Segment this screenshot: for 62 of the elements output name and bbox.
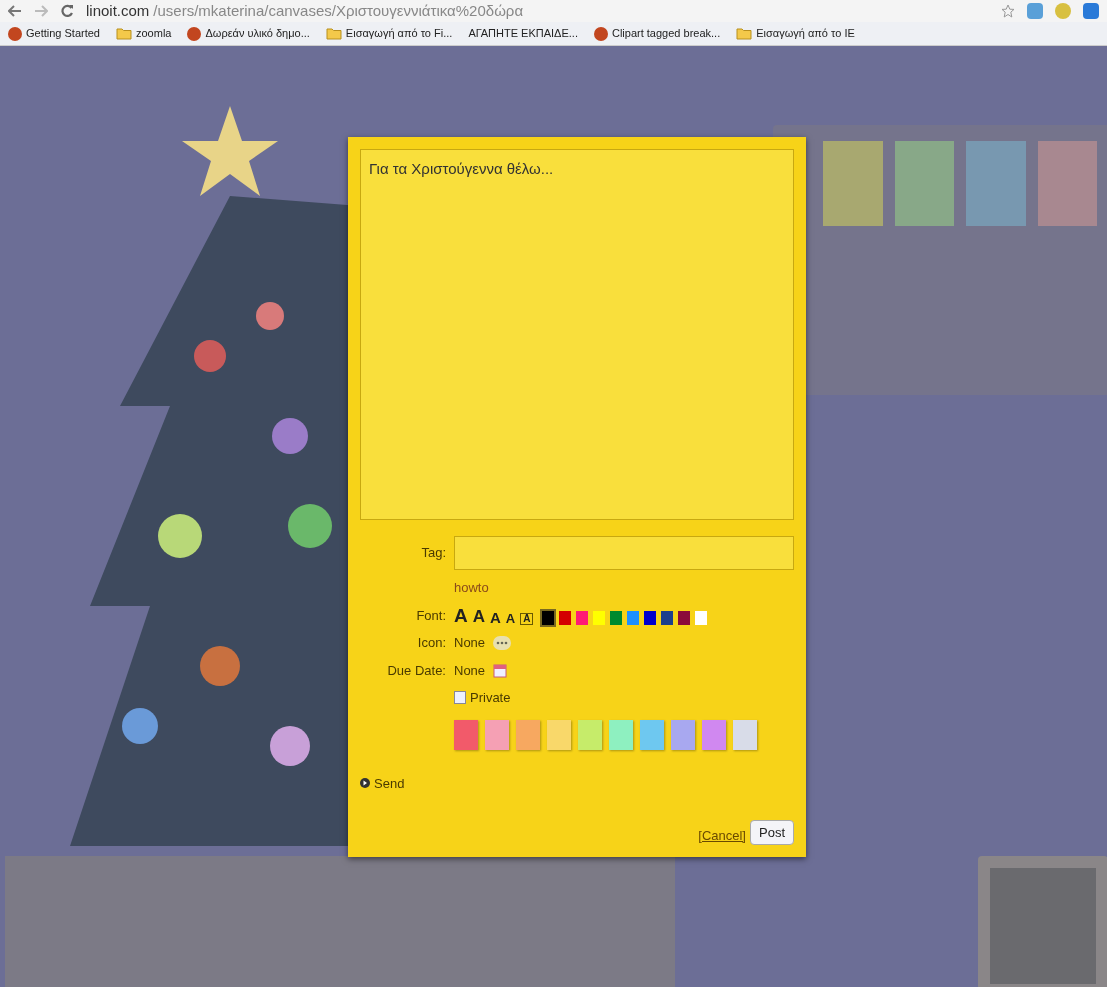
note-color-swatch[interactable] (516, 719, 540, 750)
folder-icon (736, 27, 753, 40)
font-color-swatch[interactable] (559, 610, 572, 625)
font-color-swatch[interactable] (610, 610, 623, 625)
bookmark-item[interactable]: Getting Started (8, 25, 100, 42)
note-color-swatch[interactable] (454, 719, 478, 750)
site-icon (187, 26, 202, 41)
font-size-option[interactable]: A (490, 609, 501, 625)
font-label: Font: (415, 606, 446, 625)
font-size-option[interactable]: A (505, 611, 516, 625)
reload-icon[interactable] (60, 4, 74, 18)
post-button[interactable]: Post (750, 819, 794, 845)
bookmark-item[interactable]: ΑΓΑΠΗΤΕ ΕΚΠΑΙΔΕ... (468, 25, 578, 42)
site-icon (593, 26, 608, 41)
font-color-swatch[interactable] (661, 610, 674, 625)
star-icon[interactable] (1001, 4, 1015, 18)
font-color-swatch[interactable] (576, 610, 589, 625)
extension-icon[interactable] (1055, 3, 1071, 19)
font-size-option[interactable]: A (472, 607, 485, 625)
note-color-swatch[interactable] (547, 719, 571, 750)
due-date-value: None (454, 661, 486, 680)
font-color-swatch[interactable] (542, 610, 555, 625)
note-color-swatch[interactable] (485, 719, 509, 750)
bookmark-item[interactable]: Clipart tagged break... (593, 25, 721, 42)
font-color-swatch[interactable] (593, 610, 606, 625)
bookmark-item[interactable]: Δωρεάν υλικό δημο... (187, 25, 310, 42)
tag-hint-link[interactable]: howto (454, 578, 794, 598)
back-arrow-icon[interactable] (8, 5, 22, 17)
more-icon[interactable] (493, 635, 512, 650)
extension-icon[interactable] (1083, 3, 1099, 19)
bookmark-item[interactable]: Εισαγωγή από το Fi... (325, 25, 453, 42)
tag-label: Tag: (420, 544, 446, 563)
font-color-swatch[interactable] (695, 610, 708, 625)
tag-input-field[interactable] (454, 536, 794, 570)
cancel-link[interactable]: [Cancel] (698, 825, 746, 845)
url-field[interactable]: linoit.com /users/mkaterina/canvases/Χριστουγεννιάτικα%20δώρα (86, 0, 989, 23)
font-size-option[interactable]: A (454, 605, 468, 625)
note-color-swatch[interactable] (640, 719, 664, 750)
folder-icon (325, 27, 342, 40)
bookmark-item[interactable]: Εισαγωγή από το IE (736, 25, 855, 42)
bookmark-item[interactable]: zoomla (116, 25, 172, 42)
forward-arrow-icon[interactable] (34, 5, 48, 17)
font-color-swatch[interactable] (678, 610, 691, 625)
note-color-swatch[interactable] (702, 719, 726, 750)
calendar-icon[interactable] (493, 662, 508, 679)
font-color-swatch[interactable] (627, 610, 640, 625)
due-date-label: Due Date: (386, 661, 446, 680)
font-size-option[interactable]: A (520, 612, 534, 625)
icon-label: Icon: (416, 634, 446, 652)
font-color-swatch[interactable] (644, 610, 657, 625)
note-color-swatch[interactable] (671, 719, 695, 750)
extension-icon[interactable] (1027, 3, 1043, 19)
note-color-swatch[interactable] (609, 719, 633, 750)
note-color-swatch[interactable] (578, 719, 602, 750)
icon-value: None (454, 634, 486, 652)
site-icon (8, 26, 22, 41)
private-checkbox[interactable]: Private (454, 688, 794, 708)
folder-icon (116, 27, 132, 40)
note-color-swatch[interactable] (733, 719, 757, 750)
note-text-area[interactable]: Για τα Χριστούγεννα θέλω... (360, 149, 794, 520)
toggle-icon (360, 778, 370, 789)
send-toggle[interactable]: Send (360, 773, 405, 793)
